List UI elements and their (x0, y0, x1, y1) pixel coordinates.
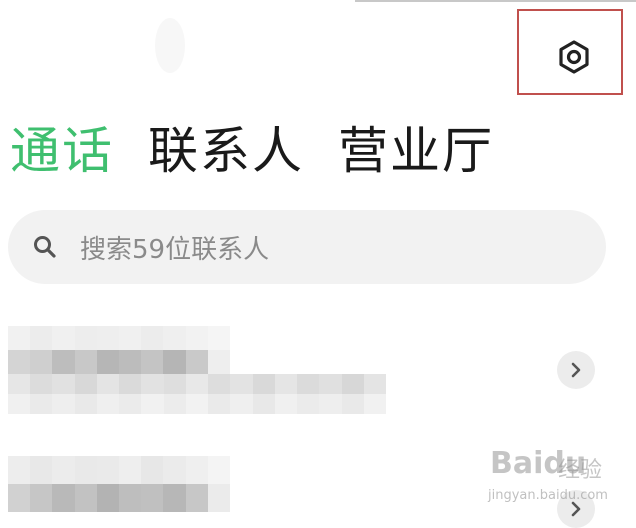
settings-button[interactable] (556, 39, 592, 75)
contact-detail-redacted (8, 374, 386, 414)
top-divider (355, 0, 636, 2)
tab-contacts[interactable]: 联系人 (148, 111, 304, 183)
gear-icon (559, 40, 589, 74)
search-placeholder: 搜索59位联系人 (80, 234, 270, 265)
watermark: Baidu 经验 jingyan.baidu.com (462, 440, 636, 516)
contact-name-redacted (8, 326, 230, 374)
contact-name-redacted (8, 456, 230, 512)
contact-detail-button[interactable] (557, 351, 595, 389)
list-item[interactable] (0, 320, 636, 420)
faint-avatar-shadow (155, 18, 185, 73)
watermark-label: 经验 (558, 458, 603, 483)
chevron-right-icon (571, 362, 581, 378)
tab-service-hall[interactable]: 营业厅 (338, 111, 494, 183)
tab-bar: 通话 联系人 营业厅 (10, 112, 528, 182)
search-icon (34, 236, 56, 258)
search-input[interactable]: 搜索59位联系人 (8, 210, 606, 284)
tab-calls[interactable]: 通话 (10, 111, 114, 183)
watermark-url: jingyan.baidu.com (488, 488, 608, 503)
